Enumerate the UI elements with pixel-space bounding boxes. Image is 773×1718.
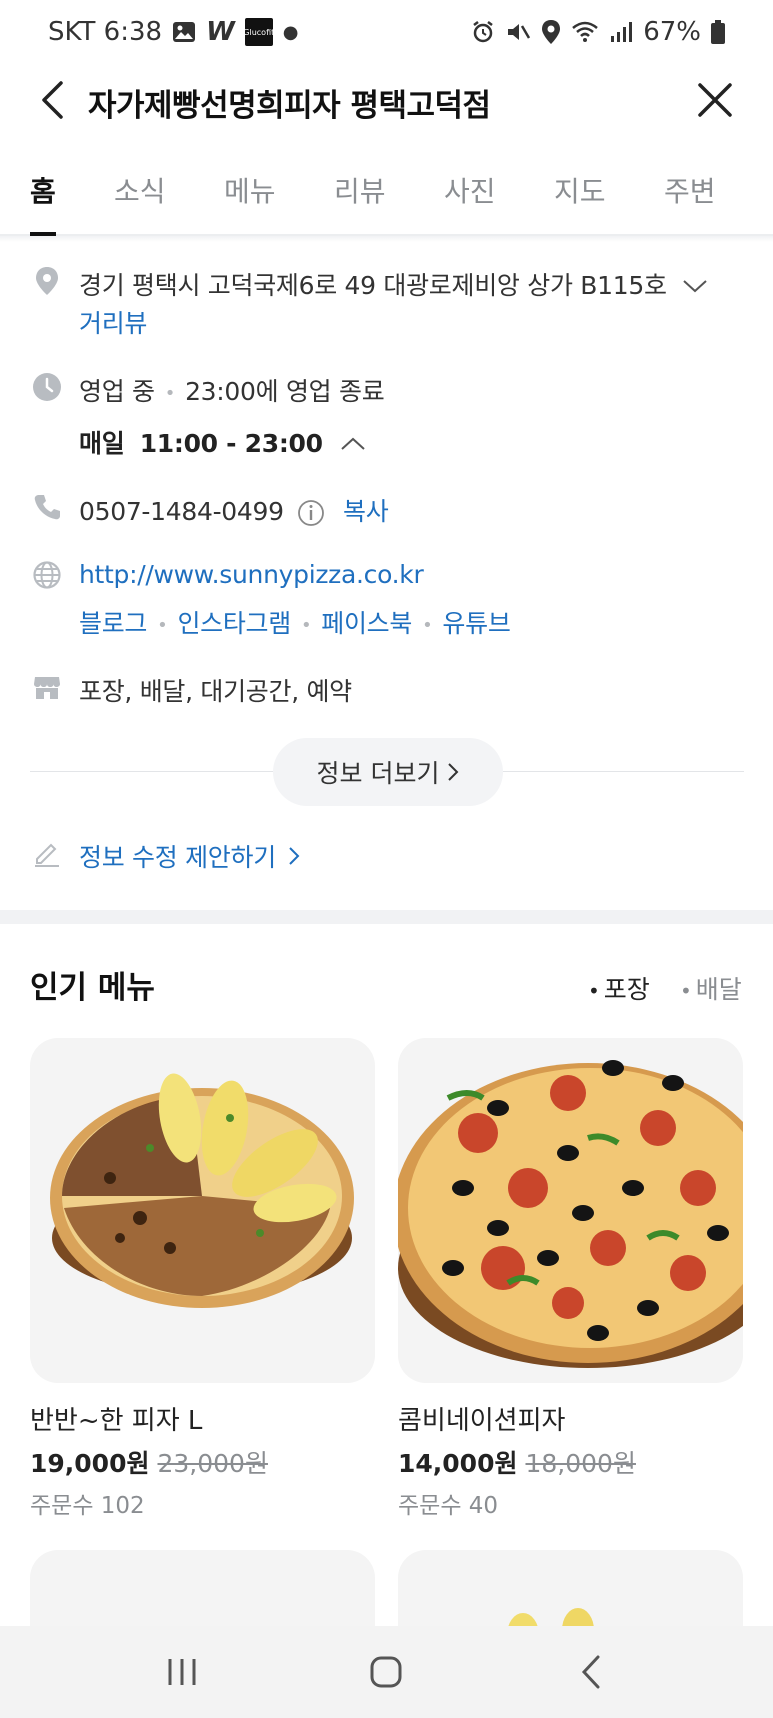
address-row[interactable]: 경기 평택시 고덕국제6로 49 대광로제비앙 상가 B115호 bbox=[79, 266, 708, 302]
glucofit-icon: Glucofit bbox=[243, 18, 274, 46]
close-button[interactable] bbox=[693, 78, 737, 122]
w-app-icon: W bbox=[206, 17, 235, 47]
back-button[interactable] bbox=[32, 78, 72, 122]
system-nav-bar bbox=[0, 1626, 773, 1718]
recent-apps-button[interactable] bbox=[142, 1642, 222, 1702]
close-icon bbox=[698, 83, 732, 117]
location-icon bbox=[541, 19, 561, 45]
hours-row[interactable]: 매일 11:00 - 23:00 bbox=[79, 424, 366, 460]
page-title: 자가제빵선명희피자 평택고덕점 bbox=[88, 88, 491, 124]
tab-menu[interactable]: 메뉴 bbox=[224, 170, 276, 210]
notification-dot-icon: ● bbox=[282, 21, 299, 43]
facebook-link[interactable]: 페이스북 bbox=[321, 609, 412, 638]
more-info-button[interactable]: 정보 더보기 bbox=[273, 738, 503, 806]
filter-delivery-label: 배달 bbox=[695, 975, 742, 1004]
section-divider bbox=[0, 910, 773, 924]
header: 자가제빵선명희피자 평택고덕점 bbox=[0, 64, 773, 136]
copy-button[interactable]: 복사 bbox=[343, 497, 389, 526]
chevron-left-icon bbox=[42, 81, 63, 119]
chevron-down-icon bbox=[683, 280, 708, 293]
more-info-row: 정보 더보기 bbox=[30, 738, 744, 806]
sns-links: 블로그 • 인스타그램 • 페이스북 • 유튜브 bbox=[79, 609, 511, 638]
signal-icon bbox=[609, 20, 633, 44]
chevron-right-icon bbox=[288, 847, 299, 865]
address-text: 경기 평택시 고덕국제6로 49 대광로제비앙 상가 B115호 bbox=[79, 271, 667, 300]
suggest-edit-link[interactable]: 정보 수정 제안하기 bbox=[79, 838, 300, 874]
menu-item-price: 14,000원 18,000원 bbox=[398, 1444, 636, 1480]
menu-item-image[interactable] bbox=[398, 1038, 743, 1383]
tab-home[interactable]: 홈 bbox=[30, 170, 56, 210]
gallery-icon bbox=[172, 21, 196, 43]
menu-item-price: 19,000원 23,000원 bbox=[30, 1444, 268, 1480]
chevron-right-icon bbox=[448, 763, 459, 781]
phone-icon bbox=[32, 492, 62, 522]
website-link[interactable]: http://www.sunnypizza.co.kr bbox=[79, 560, 424, 589]
more-info-label: 정보 더보기 bbox=[316, 759, 440, 788]
sale-price: 14,000원 bbox=[398, 1449, 518, 1478]
back-icon bbox=[581, 1655, 600, 1689]
map-pin-icon bbox=[32, 266, 62, 296]
phone-number[interactable]: 0507-1484-0499 bbox=[79, 497, 284, 526]
original-price: 23,000원 bbox=[157, 1449, 268, 1478]
order-count: 주문수 102 bbox=[30, 1493, 145, 1519]
chevron-up-icon bbox=[341, 437, 366, 450]
globe-icon bbox=[32, 560, 62, 590]
menu-item-name[interactable]: 반반~한 피자 L bbox=[30, 1400, 202, 1437]
battery-percent: 67% bbox=[643, 17, 701, 47]
filter-delivery[interactable]: • 배달 bbox=[680, 970, 742, 1006]
recent-apps-icon bbox=[168, 1659, 196, 1685]
order-count: 주문수 40 bbox=[398, 1493, 499, 1519]
services-text: 포장, 배달, 대기공간, 예약 bbox=[79, 677, 352, 706]
street-view-link[interactable]: 거리뷰 bbox=[79, 304, 147, 340]
menu-item-name[interactable]: 콤비네이션피자 bbox=[398, 1400, 565, 1437]
status-bar: SKT 6:38 W Glucofit ● 67% bbox=[0, 0, 773, 64]
alarm-icon bbox=[471, 20, 495, 44]
wifi-icon bbox=[571, 20, 599, 44]
tab-review[interactable]: 리뷰 bbox=[334, 170, 386, 210]
home-icon bbox=[370, 1656, 402, 1688]
close-time: 23:00에 영업 종료 bbox=[185, 377, 385, 406]
original-price: 18,000원 bbox=[525, 1449, 636, 1478]
blog-link[interactable]: 블로그 bbox=[79, 609, 147, 638]
menu-item-image[interactable] bbox=[30, 1038, 375, 1383]
open-status: 영업 중 bbox=[79, 377, 155, 406]
business-status: 영업 중 • 23:00에 영업 종료 bbox=[79, 377, 385, 406]
home-button[interactable] bbox=[346, 1642, 426, 1702]
instagram-link[interactable]: 인스타그램 bbox=[177, 609, 291, 638]
tab-photo[interactable]: 사진 bbox=[444, 170, 496, 210]
tab-nearby[interactable]: 주변 bbox=[664, 170, 716, 210]
sale-price: 19,000원 bbox=[30, 1449, 150, 1478]
filter-takeout[interactable]: • 포장 bbox=[588, 970, 650, 1006]
pencil-icon bbox=[32, 838, 62, 868]
suggest-edit-label: 정보 수정 제안하기 bbox=[79, 843, 276, 872]
mute-icon bbox=[505, 20, 531, 44]
info-circle-icon[interactable] bbox=[297, 499, 325, 527]
popular-menu-title: 인기 메뉴 bbox=[30, 970, 155, 1006]
system-back-button[interactable] bbox=[551, 1642, 631, 1702]
hours-day: 매일 bbox=[79, 429, 125, 458]
youtube-link[interactable]: 유튜브 bbox=[442, 609, 510, 638]
carrier-time: SKT 6:38 bbox=[48, 17, 163, 47]
tab-bar: 홈 소식 메뉴 리뷰 사진 지도 주변 bbox=[0, 150, 773, 236]
store-icon bbox=[32, 672, 62, 702]
tab-news[interactable]: 소식 bbox=[114, 170, 166, 210]
phone-row: 0507-1484-0499 복사 bbox=[79, 492, 389, 528]
tab-map[interactable]: 지도 bbox=[554, 170, 606, 210]
hours-range: 11:00 - 23:00 bbox=[139, 429, 323, 458]
clock-icon bbox=[32, 372, 62, 402]
filter-takeout-label: 포장 bbox=[603, 975, 650, 1004]
tab-shadow bbox=[0, 236, 773, 242]
battery-icon bbox=[711, 20, 725, 44]
